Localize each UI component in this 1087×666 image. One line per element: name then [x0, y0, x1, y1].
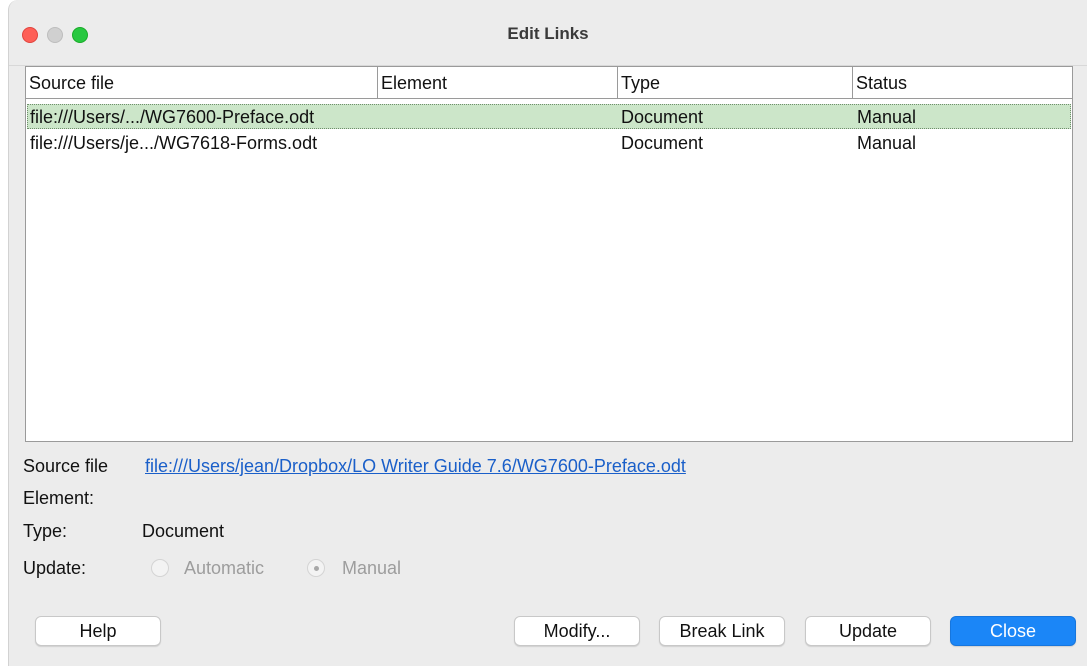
manual-radio[interactable] — [307, 559, 325, 577]
links-list[interactable]: Source file Element Type Status file:///… — [25, 66, 1073, 442]
update-label: Update: — [23, 558, 87, 578]
element-label: Element: — [23, 488, 95, 508]
edit-links-dialog: Edit Links Source file Element Type Stat… — [8, 0, 1087, 666]
cell-type: Document — [621, 107, 704, 127]
close-button[interactable]: Close — [950, 616, 1076, 646]
column-header-status[interactable]: Status — [853, 67, 1072, 98]
table-row[interactable]: file:///Users/.../WG7600-Preface.odt Doc… — [27, 104, 1071, 129]
manual-radio-label: Manual — [342, 558, 402, 578]
window-title: Edit Links — [507, 24, 589, 43]
column-header-source-file[interactable]: Source file — [26, 67, 378, 98]
cell-status: Manual — [857, 107, 917, 127]
source-file-label: Source file — [23, 456, 109, 476]
cell-source-file: file:///Users/.../WG7600-Preface.odt — [30, 107, 315, 127]
automatic-radio[interactable] — [151, 559, 169, 577]
title-bar: Edit Links — [9, 0, 1087, 66]
modify-button[interactable]: Modify... — [514, 616, 640, 646]
cell-status: Manual — [857, 133, 917, 153]
radio-dot-icon — [314, 566, 319, 571]
source-file-link[interactable]: file:///Users/jean/Dropbox/LO Writer Gui… — [145, 456, 686, 477]
help-button[interactable]: Help — [35, 616, 161, 646]
links-list-header: Source file Element Type Status — [26, 67, 1072, 99]
column-header-element[interactable]: Element — [378, 67, 618, 98]
cell-source-file: file:///Users/je.../WG7618-Forms.odt — [30, 133, 318, 153]
break-link-button[interactable]: Break Link — [659, 616, 785, 646]
type-label: Type: — [23, 521, 68, 541]
update-button[interactable]: Update — [805, 616, 931, 646]
type-value: Document — [142, 521, 225, 541]
column-header-type[interactable]: Type — [618, 67, 853, 98]
automatic-radio-label: Automatic — [184, 558, 265, 578]
cell-type: Document — [621, 133, 704, 153]
table-row[interactable]: file:///Users/je.../WG7618-Forms.odt Doc… — [27, 131, 1071, 156]
